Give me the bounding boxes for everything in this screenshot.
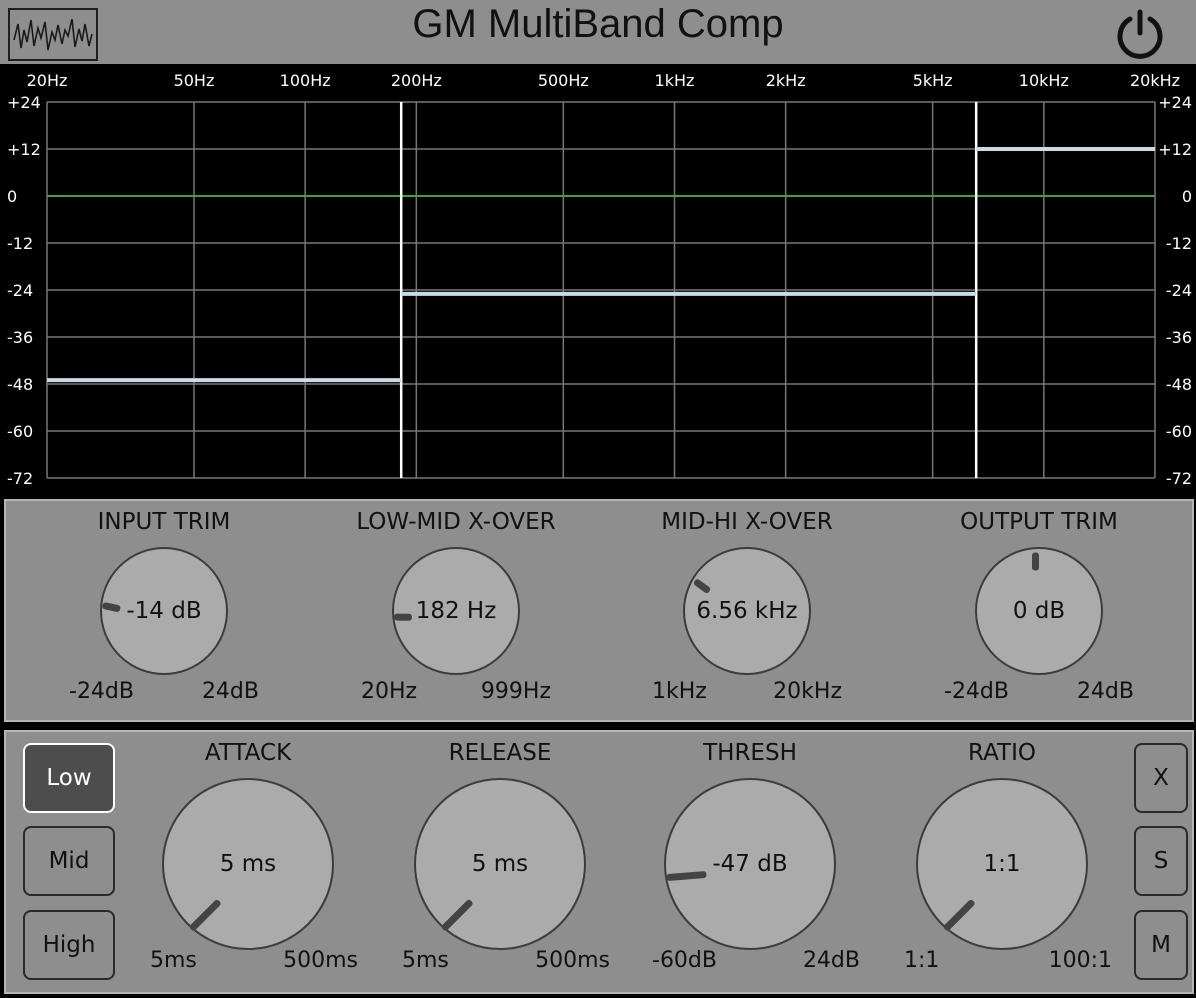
band-select-mid-button[interactable]: Mid [23, 826, 115, 896]
top-min-label: -24dB [944, 679, 1009, 704]
app-title: GM MultiBand Comp [412, 2, 784, 46]
power-icon[interactable] [1113, 7, 1167, 61]
band-knob-block: RATIO 1:1 1:1 100:1 [892, 732, 1112, 992]
top-knob-title: MID-HI X-OVER [661, 509, 833, 535]
freq-tick-label: 50Hz [174, 71, 215, 90]
top-knob-value: -14 dB [126, 598, 202, 624]
band-max-label: 500ms [283, 948, 358, 973]
band-min-label: 5ms [150, 948, 197, 973]
band-max-label: 100:1 [1048, 948, 1112, 973]
db-tick-label-left: 0 [7, 187, 17, 206]
top-min-label: -24dB [69, 679, 134, 704]
freq-tick-label: 5kHz [913, 71, 953, 90]
band-knob-title: RATIO [968, 740, 1036, 766]
top-max-label: 24dB [1076, 679, 1134, 704]
top-knob-block: LOW-MID X-OVER 182 Hz 20Hz 999Hz [351, 501, 561, 720]
band-knob-pointer [440, 898, 474, 932]
band-knob-title: ATTACK [204, 740, 292, 766]
db-tick-label-right: -12 [1166, 234, 1192, 253]
band-select-low-button[interactable]: Low [23, 743, 115, 813]
top-max-label: 24dB [201, 679, 259, 704]
db-tick-label-right: -60 [1166, 422, 1192, 441]
band-s-button[interactable]: S [1134, 826, 1188, 896]
band-min-label: 5ms [402, 948, 449, 973]
top-knob-title: INPUT TRIM [97, 509, 231, 535]
band-max-label: 24dB [802, 948, 860, 973]
freq-tick-label: 500Hz [538, 71, 589, 90]
db-tick-label-right: -72 [1166, 469, 1192, 488]
band-knob[interactable]: 1:1 [916, 778, 1088, 950]
top-knob-value: 0 dB [1012, 598, 1066, 624]
top-min-label: 1kHz [652, 679, 707, 704]
db-tick-label-left: -48 [7, 375, 33, 394]
band-knob-block: THRESH -47 dB -60dB 24dB [640, 732, 860, 992]
band-knob-title: RELEASE [448, 740, 552, 766]
db-tick-label-right: +24 [1158, 93, 1192, 112]
db-tick-label-left: -12 [7, 234, 33, 253]
db-tick-label-right: -48 [1166, 375, 1192, 394]
header-bar: GM MultiBand Comp [0, 0, 1196, 64]
top-min-label: 20Hz [361, 679, 418, 704]
band-controls-panel: ATTACK 5 ms 5ms 500ms RELEASE 5 ms 5ms 500ms THR… [4, 730, 1194, 994]
top-max-label: 999Hz [480, 679, 551, 704]
db-tick-label-left: -72 [7, 469, 33, 488]
top-knob[interactable]: 6.56 kHz [683, 547, 811, 675]
band-max-label: 500ms [535, 948, 610, 973]
db-tick-label-right: +12 [1158, 140, 1192, 159]
freq-tick-label: 100Hz [280, 71, 331, 90]
band-knob-pointer [942, 898, 976, 932]
db-tick-label-right: -36 [1166, 328, 1192, 347]
top-knob-block: INPUT TRIM -14 dB -24dB 24dB [59, 501, 269, 720]
top-knob[interactable]: 0 dB [975, 547, 1103, 675]
band-knob-pointer [188, 898, 222, 932]
band-min-label: 1:1 [904, 948, 940, 973]
band-knob[interactable]: 5 ms [162, 778, 334, 950]
db-tick-label-right: -24 [1166, 281, 1192, 300]
top-knob-pointer [692, 578, 712, 595]
band-knob-value: -47 dB [712, 851, 788, 877]
freq-tick-label: 20Hz [27, 71, 68, 90]
db-tick-label-right: 0 [1182, 187, 1192, 206]
db-tick-label-left: +12 [7, 140, 41, 159]
db-tick-label-left: +24 [7, 93, 41, 112]
db-tick-label-left: -24 [7, 281, 33, 300]
top-knob-value: 6.56 kHz [696, 598, 798, 624]
eq-graph[interactable]: 20Hz 50Hz 100Hz 200Hz 500Hz 1kHz 2kHz 5kHz 10kHz… [0, 64, 1196, 494]
band-knob-value: 5 ms [471, 851, 529, 877]
band-knob[interactable]: -47 dB [664, 778, 836, 950]
band-knob-value: 1:1 [983, 851, 1021, 877]
band-x-button[interactable]: X [1134, 743, 1188, 813]
top-knob[interactable]: -14 dB [100, 547, 228, 675]
top-knob-pointer [1032, 552, 1039, 571]
band-knob-block: ATTACK 5 ms 5ms 500ms [138, 732, 358, 992]
band-knob-value: 5 ms [219, 851, 277, 877]
freq-tick-label: 200Hz [391, 71, 442, 90]
top-knob-title: OUTPUT TRIM [960, 509, 1118, 535]
top-max-label: 20kHz [773, 679, 842, 704]
band-min-label: -60dB [652, 948, 717, 973]
top-knob-title: LOW-MID X-OVER [356, 509, 556, 535]
band-select-high-button[interactable]: High [23, 910, 115, 980]
top-knob-value: 182 Hz [415, 598, 497, 624]
band-knob-block: RELEASE 5 ms 5ms 500ms [390, 732, 610, 992]
freq-tick-label: 2kHz [766, 71, 806, 90]
top-knob-block: OUTPUT TRIM 0 dB -24dB 24dB [934, 501, 1144, 720]
global-controls-panel: INPUT TRIM -14 dB -24dB 24dB LOW-MID X-OVER 1… [4, 499, 1194, 722]
db-tick-label-left: -60 [7, 422, 33, 441]
freq-tick-label: 20kHz [1130, 71, 1180, 90]
freq-tick-label: 1kHz [655, 71, 695, 90]
freq-tick-label: 10kHz [1019, 71, 1069, 90]
db-tick-label-left: -36 [7, 328, 33, 347]
band-knob-title: THRESH [703, 740, 797, 766]
top-knob-block: MID-HI X-OVER 6.56 kHz 1kHz 20kHz [642, 501, 852, 720]
band-knob[interactable]: 5 ms [414, 778, 586, 950]
band-m-button[interactable]: M [1134, 910, 1188, 980]
eq-graph-svg: 20Hz 50Hz 100Hz 200Hz 500Hz 1kHz 2kHz 5kHz 10kHz… [7, 71, 1192, 488]
top-knob[interactable]: 182 Hz [392, 547, 520, 675]
